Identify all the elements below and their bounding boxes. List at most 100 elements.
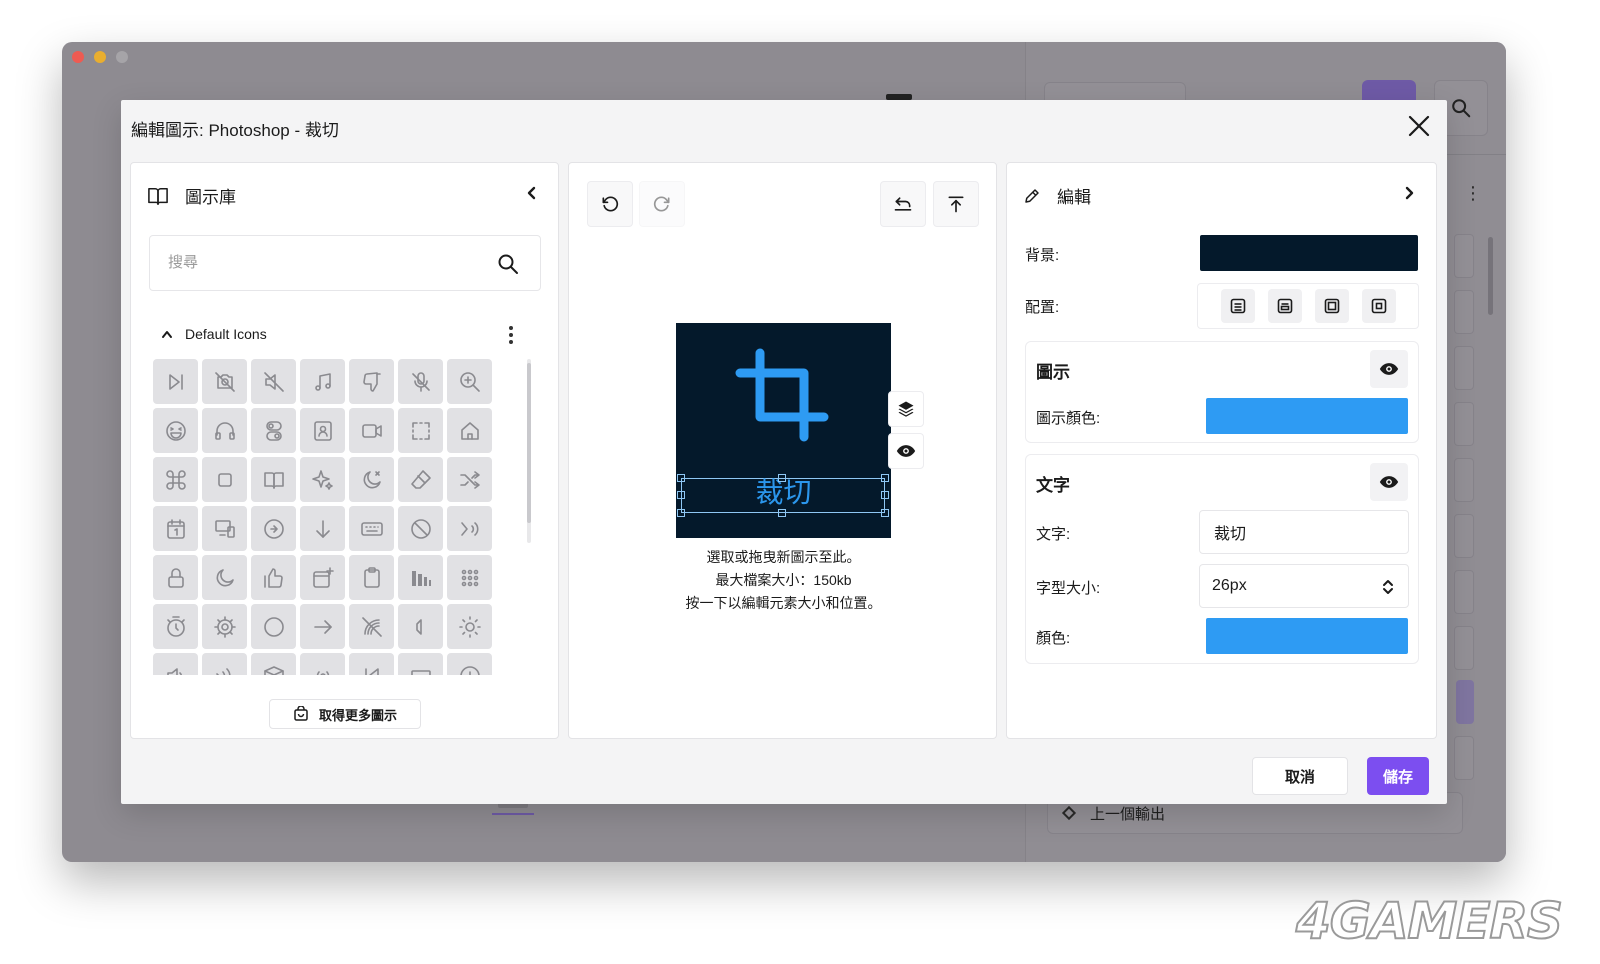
text-input[interactable]: 裁切 — [1199, 510, 1409, 554]
library-icon-tile[interactable] — [349, 506, 394, 551]
resize-handle[interactable] — [677, 491, 685, 499]
icon-color-picker[interactable] — [1206, 398, 1408, 434]
library-icon-tile[interactable] — [398, 555, 443, 600]
library-icon-tile[interactable] — [398, 359, 443, 404]
library-icon-tile[interactable] — [251, 604, 296, 649]
background-color-picker[interactable] — [1200, 235, 1418, 271]
text-color-picker[interactable] — [1206, 618, 1408, 654]
reset-button[interactable] — [880, 181, 926, 227]
library-icon-tile[interactable] — [300, 457, 345, 502]
resize-handle[interactable] — [677, 474, 685, 482]
background-list-item[interactable] — [1454, 736, 1474, 780]
background-list-item[interactable] — [1454, 514, 1474, 558]
library-icon-tile[interactable] — [251, 653, 296, 675]
library-icon-tile[interactable] — [349, 408, 394, 453]
library-icon-tile[interactable] — [349, 604, 394, 649]
more-options-icon[interactable] — [503, 323, 519, 347]
close-dialog-button[interactable] — [1405, 112, 1433, 140]
library-icon-tile[interactable] — [153, 359, 198, 404]
library-icon-tile[interactable] — [398, 653, 443, 675]
library-icon-tile[interactable] — [349, 359, 394, 404]
icon-search-input[interactable] — [168, 254, 468, 271]
library-icon-tile[interactable] — [349, 555, 394, 600]
library-icon-tile[interactable] — [251, 408, 296, 453]
background-list-item[interactable] — [1454, 346, 1474, 390]
layers-button[interactable] — [888, 391, 924, 427]
library-icon-tile[interactable] — [447, 457, 492, 502]
background-selected-item[interactable] — [1456, 680, 1474, 724]
layout-option-icon-only[interactable] — [1314, 289, 1349, 323]
background-list-item[interactable] — [1454, 290, 1474, 334]
resize-handle[interactable] — [881, 491, 889, 499]
library-icon-tile[interactable] — [398, 457, 443, 502]
library-icon-tile[interactable] — [447, 506, 492, 551]
library-icon-tile[interactable] — [251, 555, 296, 600]
library-icon-tile[interactable] — [300, 506, 345, 551]
library-icon-tile[interactable] — [349, 457, 394, 502]
text-visibility-toggle[interactable] — [1370, 463, 1408, 501]
default-icons-group-toggle[interactable]: Default Icons — [161, 326, 267, 342]
library-icon-tile[interactable] — [447, 555, 492, 600]
library-icon-tile[interactable] — [202, 457, 247, 502]
library-icon-tile[interactable] — [300, 359, 345, 404]
background-list-item[interactable] — [1454, 234, 1474, 278]
library-icon-tile[interactable] — [251, 457, 296, 502]
library-icon-tile[interactable] — [398, 408, 443, 453]
layout-option-text-center[interactable] — [1267, 289, 1302, 323]
library-icon-tile[interactable] — [202, 653, 247, 675]
redo-button[interactable] — [639, 181, 685, 227]
library-icon-tile[interactable] — [153, 506, 198, 551]
library-icon-tile[interactable] — [202, 408, 247, 453]
resize-handle[interactable] — [778, 474, 786, 482]
library-icon-tile[interactable] — [300, 604, 345, 649]
library-icon-tile[interactable] — [300, 653, 345, 675]
icon-grid-scrollbar[interactable] — [527, 363, 531, 523]
library-icon-tile[interactable] — [202, 506, 247, 551]
resize-handle[interactable] — [881, 509, 889, 517]
library-icon-tile[interactable] — [153, 555, 198, 600]
library-icon-tile[interactable] — [153, 457, 198, 502]
search-icon[interactable] — [496, 252, 520, 276]
library-icon-tile[interactable] — [447, 408, 492, 453]
library-icon-tile[interactable] — [398, 506, 443, 551]
library-icon-tile[interactable] — [202, 555, 247, 600]
library-icon-tile[interactable] — [447, 359, 492, 404]
background-list-item[interactable] — [1454, 570, 1474, 614]
get-more-icons-button[interactable]: 取得更多圖示 — [269, 699, 421, 729]
zoom-window-dot[interactable] — [116, 51, 128, 63]
resize-handle[interactable] — [677, 509, 685, 517]
cancel-button[interactable]: 取消 — [1252, 757, 1348, 795]
minimize-window-dot[interactable] — [94, 51, 106, 63]
library-icon-tile[interactable] — [153, 653, 198, 675]
library-icon-tile[interactable] — [202, 359, 247, 404]
collapse-library-button[interactable] — [526, 185, 540, 201]
close-window-dot[interactable] — [72, 51, 84, 63]
resize-handle[interactable] — [881, 474, 889, 482]
collapse-edit-panel-button[interactable] — [1403, 185, 1417, 201]
icon-preview-tile[interactable]: 裁切 — [676, 323, 891, 538]
library-icon-tile[interactable] — [398, 604, 443, 649]
icon-visibility-toggle[interactable] — [1370, 350, 1408, 388]
icon-search-box[interactable] — [149, 235, 541, 291]
visibility-button[interactable] — [888, 433, 924, 469]
library-icon-tile[interactable] — [300, 555, 345, 600]
upload-button[interactable] — [933, 181, 979, 227]
library-icon-tile[interactable] — [447, 604, 492, 649]
background-list-item[interactable] — [1454, 626, 1474, 670]
library-icon-tile[interactable] — [251, 359, 296, 404]
layout-option-icon-small[interactable] — [1361, 289, 1396, 323]
background-more-icon[interactable]: ⋮ — [1464, 184, 1482, 202]
save-button[interactable]: 儲存 — [1367, 757, 1429, 795]
library-icon-tile[interactable] — [349, 653, 394, 675]
layout-option-text-bottom[interactable] — [1220, 289, 1255, 323]
library-icon-tile[interactable] — [251, 506, 296, 551]
font-size-select[interactable]: 26px — [1199, 564, 1409, 608]
library-icon-tile[interactable] — [300, 408, 345, 453]
undo-button[interactable] — [587, 181, 633, 227]
resize-handle[interactable] — [778, 509, 786, 517]
background-list-item[interactable] — [1454, 402, 1474, 446]
background-list-item[interactable] — [1454, 458, 1474, 502]
library-icon-tile[interactable] — [447, 653, 492, 675]
background-scrollbar[interactable] — [1488, 237, 1493, 315]
library-icon-tile[interactable] — [153, 604, 198, 649]
